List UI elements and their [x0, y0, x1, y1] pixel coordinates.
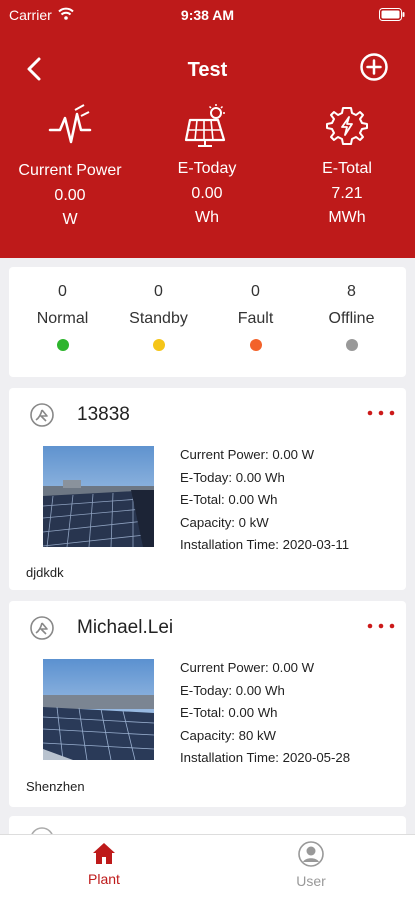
current-power-text: Current Power: 0.00 W — [180, 447, 315, 462]
page-title: Test — [187, 59, 228, 81]
e-total-text: E-Total: 0.00 Wh — [180, 492, 278, 508]
status-label: Standby — [129, 310, 188, 327]
stat-label: Current Power — [18, 162, 122, 179]
user-icon — [298, 841, 324, 867]
plant-location: Shenzhen — [26, 779, 85, 794]
tab-label: Plant — [88, 871, 120, 887]
stat-unit: Wh — [195, 209, 219, 226]
tab-plant[interactable]: Plant — [54, 841, 154, 887]
clock: 9:38 AM — [180, 7, 235, 23]
status-dot — [249, 339, 262, 351]
plant-name: 13838 — [77, 404, 130, 425]
status-bar: Carrier 9:38 AM — [0, 0, 415, 30]
capacity-text: Capacity: 0 kW — [180, 514, 269, 530]
solar-panel-sun-icon — [184, 104, 226, 147]
status-dot — [56, 339, 69, 351]
device-status-summary: 0 Normal 0 Standby 0 Fault 8 Offline — [9, 267, 406, 377]
plant-status-icon — [30, 616, 54, 640]
gear-bolt-icon — [326, 107, 368, 145]
status-count: 0 — [154, 283, 163, 300]
e-today-stat: E-Today 0.00 Wh — [137, 104, 277, 227]
status-count: 8 — [347, 283, 356, 300]
stat-value: 7.21 — [331, 185, 363, 202]
stat-label: E-Total — [322, 160, 372, 177]
add-plant-button[interactable] — [359, 52, 389, 82]
stat-label: E-Today — [177, 160, 237, 177]
current-power-text: Current Power: 0.00 W — [180, 660, 315, 675]
tab-label: User — [296, 873, 326, 889]
status-count: 0 — [251, 283, 260, 300]
stat-unit: MWh — [328, 209, 366, 226]
stat-unit: W — [62, 211, 78, 228]
more-options-button[interactable] — [366, 619, 396, 633]
plant-photo — [43, 446, 154, 547]
power-wave-icon — [48, 104, 92, 144]
plant-card[interactable]: 13838 Current Power: 0.00 W E-Today: 0.0… — [9, 388, 406, 590]
summary-stats: Current Power 0.00 W E-Today 0.00 Wh E-T… — [0, 104, 415, 244]
installation-time-text: Installation Time: 2020-03-11 — [180, 537, 350, 553]
plant-info: Current Power: 0.00 W E-Today: 0.00 Wh E… — [180, 444, 349, 557]
battery-icon — [379, 8, 405, 21]
status-dot — [152, 339, 165, 351]
e-total-stat: E-Total 7.21 MWh — [277, 104, 415, 227]
status-dot — [345, 339, 358, 351]
e-total-text: E-Total: 0.00 Wh — [180, 705, 278, 721]
status-count: 0 — [58, 283, 67, 300]
current-power-stat: Current Power 0.00 W — [0, 104, 140, 229]
tab-bar: Plant User — [0, 834, 415, 900]
status-label: Fault — [237, 310, 274, 327]
status-offline[interactable]: 8 Offline — [302, 283, 401, 351]
e-today-text: E-Today: 0.00 Wh — [180, 469, 285, 485]
status-standby[interactable]: 0 Standby — [109, 283, 208, 351]
stat-value: 0.00 — [54, 187, 86, 204]
plant-info: Current Power: 0.00 W E-Today: 0.00 Wh E… — [180, 657, 350, 770]
plant-card[interactable]: Michael.Lei Current Power: 0.00 W E-Toda… — [9, 601, 406, 807]
status-label: Normal — [36, 310, 89, 327]
header: Carrier 9:38 AM Test Current Power 0.00 … — [0, 0, 415, 258]
plant-name: Michael.Lei — [77, 617, 174, 638]
installation-time-text: Installation Time: 2020-05-28 — [180, 750, 351, 766]
status-normal[interactable]: 0 Normal — [13, 283, 112, 351]
tab-user[interactable]: User — [261, 841, 361, 889]
status-label: Offline — [328, 310, 375, 327]
more-options-button[interactable] — [366, 406, 396, 420]
plant-status-icon — [30, 403, 54, 427]
e-today-text: E-Today: 0.00 Wh — [180, 682, 285, 698]
capacity-text: Capacity: 80 kW — [180, 727, 277, 743]
plant-location: djdkdk — [26, 565, 64, 580]
status-fault[interactable]: 0 Fault — [206, 283, 305, 351]
nav-bar: Test — [0, 48, 415, 92]
stat-value: 0.00 — [191, 185, 223, 202]
home-icon — [93, 843, 115, 864]
plant-photo — [43, 659, 154, 760]
